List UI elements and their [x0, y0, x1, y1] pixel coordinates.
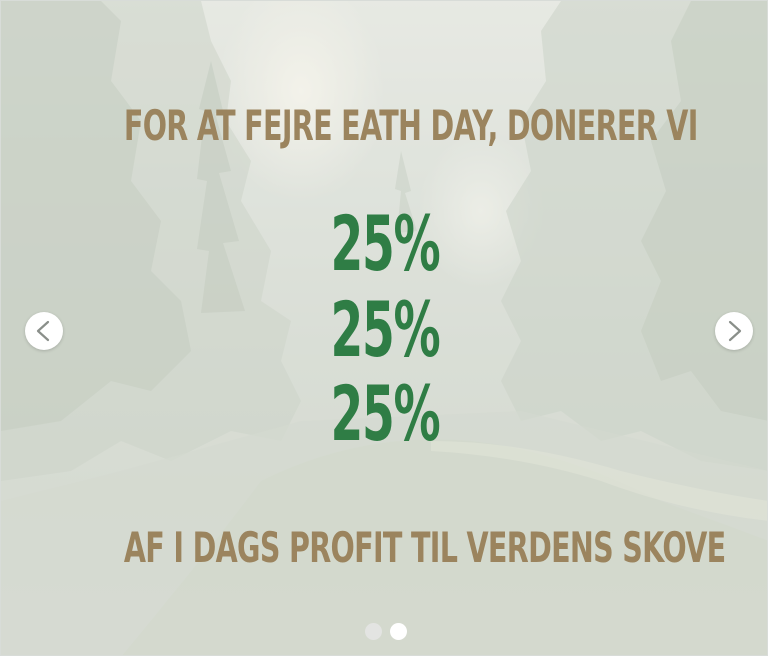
headline-bottom: AF I DAGS PROFIT TIL VERDENS SKOVE [123, 523, 726, 572]
percent-value-1: 25% [330, 199, 440, 288]
percent-value-2: 25% [330, 285, 440, 374]
chevron-right-icon [728, 320, 742, 342]
previous-slide-button[interactable] [25, 312, 63, 350]
carousel-slide: FOR AT FEJRE EATH DAY, DONERER VI 25% 25… [0, 0, 768, 656]
slide-dot-1[interactable] [365, 623, 382, 640]
headline-top: FOR AT FEJRE EATH DAY, DONERER VI [123, 101, 698, 150]
chevron-left-icon [36, 320, 50, 342]
slide-dot-2-active[interactable] [390, 623, 407, 640]
next-slide-button[interactable] [715, 312, 753, 350]
slide-indicator [365, 623, 413, 641]
percent-value-3: 25% [330, 369, 440, 458]
